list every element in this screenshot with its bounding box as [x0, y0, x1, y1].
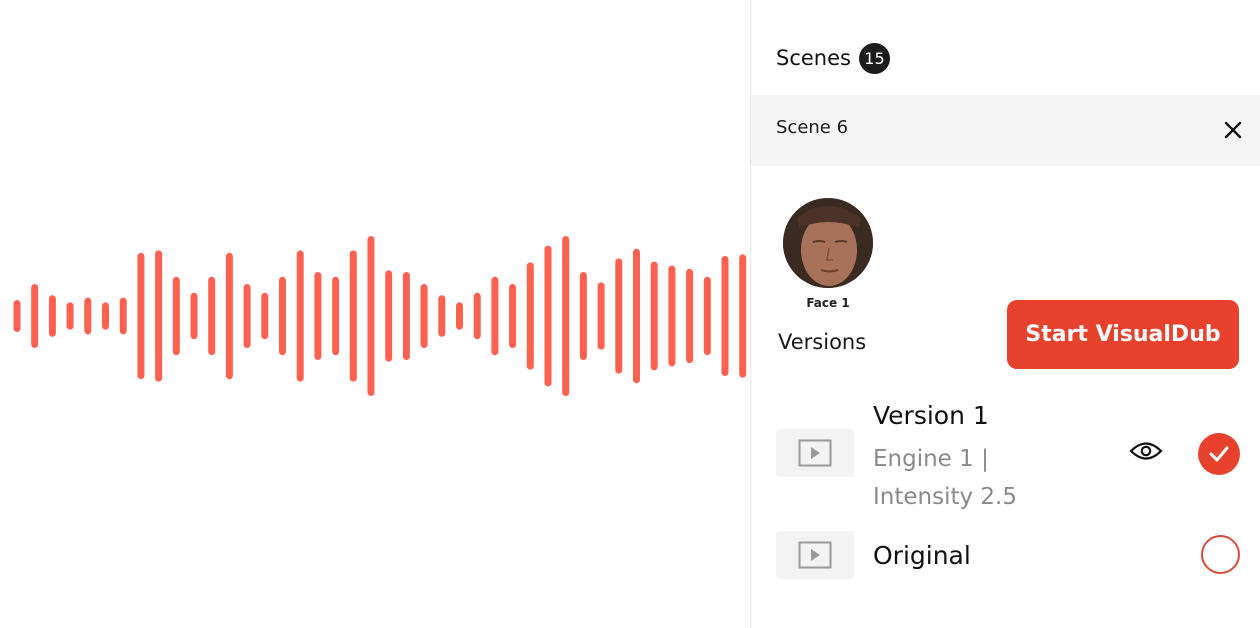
- waveform-bar: [119, 297, 127, 335]
- waveform-bar: [491, 276, 499, 356]
- scenes-title: Scenes: [776, 46, 851, 70]
- waveform-bar: [668, 265, 676, 367]
- waveform-bar: [420, 284, 428, 348]
- waveform-bar: [385, 270, 393, 362]
- waveform-bar: [172, 276, 180, 356]
- waveform-bar: [456, 302, 463, 330]
- scene-bar: Scene 6: [751, 95, 1260, 166]
- waveform-bar: [31, 284, 39, 348]
- waveform-bar: [721, 256, 729, 376]
- scene-name: Scene 6: [776, 117, 849, 138]
- waveform-bar: [367, 236, 375, 396]
- waveform-bar: [438, 295, 446, 337]
- waveform-bar: [332, 276, 340, 356]
- waveform-bar: [137, 252, 145, 380]
- waveform-bar: [155, 250, 163, 382]
- video-play-icon: [798, 439, 832, 467]
- waveform-bar: [509, 284, 517, 348]
- original-title: Original: [873, 541, 971, 570]
- scenes-count-badge: 15: [858, 42, 890, 74]
- check-icon: [1209, 446, 1229, 462]
- waveform-bar: [225, 252, 233, 380]
- scenes-panel: Scenes 15 Scene 6 Face 1 Versions Start …: [750, 0, 1260, 628]
- waveform-bar: [402, 272, 410, 360]
- waveform-bar: [544, 245, 552, 387]
- version-1-subtitle: Engine 1 | Intensity 2.5: [873, 446, 1017, 510]
- waveform-bar: [562, 236, 570, 396]
- waveform-bar: [579, 272, 587, 360]
- scenes-header: Scenes 15: [776, 42, 890, 74]
- waveform-bar: [686, 268, 694, 364]
- waveform-bar: [526, 262, 534, 370]
- waveform-bar: [473, 292, 481, 340]
- video-play-icon: [798, 541, 832, 569]
- waveform-bar: [102, 302, 109, 330]
- original-select-radio[interactable]: [1201, 535, 1240, 574]
- start-visualdub-button[interactable]: Start VisualDub: [1007, 300, 1239, 369]
- waveform-bar: [703, 276, 711, 356]
- waveform-bar: [66, 302, 74, 330]
- version-1-thumbnail[interactable]: [776, 429, 854, 477]
- waveform-bar: [279, 276, 286, 356]
- version-1-title: Version 1: [873, 401, 989, 430]
- versions-label: Versions: [778, 330, 867, 354]
- waveform-bar: [243, 284, 251, 348]
- waveform-bar: [597, 282, 605, 350]
- waveform-bar: [615, 258, 623, 374]
- waveform-bar: [48, 295, 56, 337]
- waveform-bar: [208, 276, 216, 356]
- eye-icon[interactable]: [1129, 436, 1163, 466]
- waveform-bar: [349, 250, 357, 382]
- version-1-selected-checkbox[interactable]: [1198, 433, 1240, 475]
- face-avatar[interactable]: [783, 198, 873, 288]
- waveform-bar: [84, 297, 92, 335]
- waveform-bar: [190, 292, 198, 340]
- audio-waveform-area: [0, 0, 750, 628]
- waveform-bar: [633, 248, 640, 384]
- face-label: Face 1: [806, 296, 850, 310]
- waveform-bar: [13, 300, 21, 332]
- original-thumbnail[interactable]: [776, 531, 854, 579]
- close-icon[interactable]: [1219, 116, 1247, 144]
- waveform-bar: [314, 272, 322, 360]
- waveform-bar: [296, 250, 304, 382]
- waveform-bar: [261, 292, 269, 340]
- waveform-bar: [650, 261, 658, 371]
- audio-waveform: [13, 236, 747, 396]
- waveform-bar: [739, 254, 747, 378]
